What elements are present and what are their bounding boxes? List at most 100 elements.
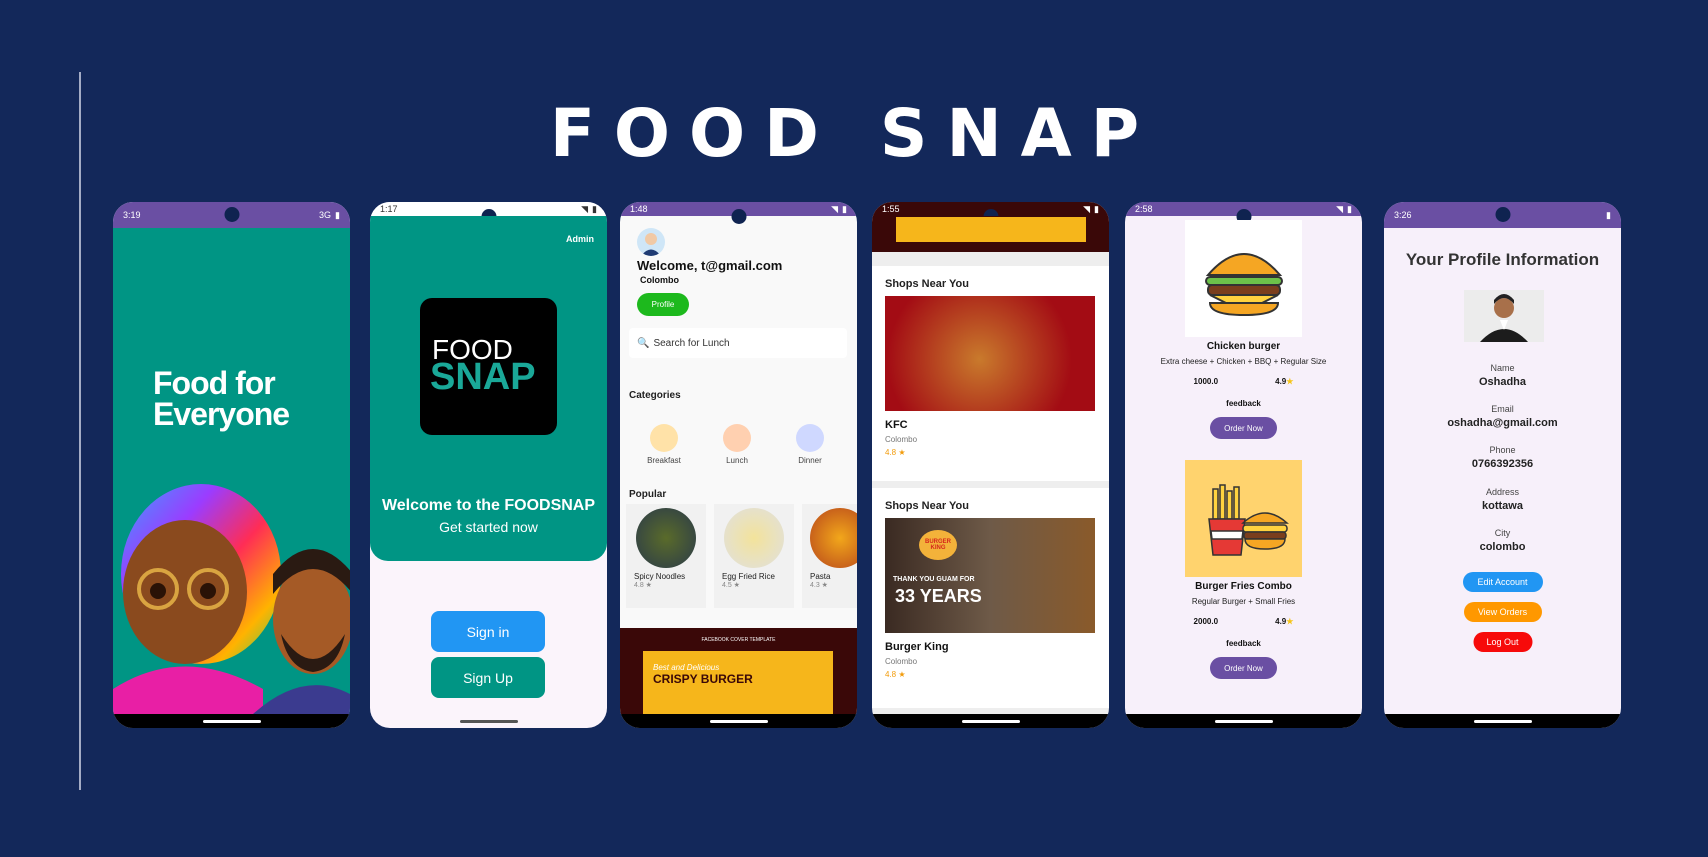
star-icon: ★ — [1286, 377, 1294, 386]
foodsnap-logo: FOOD SNAP — [420, 298, 557, 435]
promo-banner[interactable]: FACEBOOK COVER TEMPLATE Best and Delicio… — [620, 628, 857, 714]
status-time: 1:17 — [380, 204, 398, 214]
shop-card-burger-king[interactable]: Shops Near You BURGER KING THANK YOU GUA… — [872, 488, 1109, 708]
phone-splash-screen: 3:19 3G ▮ Food for Everyone — [113, 202, 350, 728]
home-indicator[interactable] — [202, 719, 261, 723]
shop-card-kfc[interactable]: Shops Near You KFC Colombo 4.8 ★ — [872, 266, 1109, 481]
network-label: 3G — [319, 210, 332, 220]
profile-button[interactable]: Profile — [637, 293, 689, 316]
status-icons: 3G ▮ — [319, 210, 340, 221]
category-breakfast[interactable]: Breakfast — [641, 424, 687, 465]
battery-icon: ▮ — [592, 203, 597, 214]
home-indicator[interactable] — [961, 719, 1020, 723]
status-bar: 1:48 ◥ ▮ — [620, 202, 857, 224]
status-time: 3:19 — [123, 210, 141, 220]
phone-shops-screen: 1:55 ◥ ▮ Shops Near You KFC Colombo 4.8 ★… — [872, 202, 1109, 728]
item-name: Burger Fries Combo — [1195, 581, 1292, 592]
shop-location: Colombo — [885, 435, 918, 444]
nav-bar — [1125, 714, 1362, 728]
feedback-link[interactable]: feedback — [1125, 639, 1362, 648]
banner-caption: FACEBOOK COVER TEMPLATE — [701, 637, 776, 643]
profile-photo — [1464, 290, 1544, 342]
nav-bar — [620, 714, 857, 728]
status-icons: ◥ ▮ — [1083, 204, 1099, 215]
lunch-icon — [723, 424, 751, 452]
avatar-icon — [641, 233, 661, 256]
page-title: FOOD SNAP — [549, 95, 1159, 172]
home-indicator[interactable] — [709, 719, 768, 723]
item-rating: 4.9★ — [1275, 617, 1294, 626]
status-icons: ◥ ▮ — [581, 204, 597, 215]
menu-item: Chicken burger Extra cheese + Chicken + … — [1125, 220, 1362, 439]
profile-title: Your Profile Information — [1405, 250, 1600, 269]
sign-up-button[interactable]: Sign Up — [431, 657, 545, 698]
status-bar: 1:17 ◥ ▮ — [370, 202, 607, 224]
battery-icon: ▮ — [335, 209, 340, 220]
admin-link[interactable]: Admin — [566, 234, 594, 244]
shop-location: Colombo — [885, 657, 918, 666]
top-banner — [872, 216, 1109, 252]
divider-line — [79, 72, 81, 790]
order-now-button[interactable]: Order Now — [1210, 417, 1277, 439]
view-orders-button[interactable]: View Orders — [1463, 602, 1542, 622]
item-description: Regular Burger + Small Fries — [1191, 597, 1296, 606]
home-indicator[interactable] — [459, 719, 518, 723]
status-icons: ▮ — [1606, 210, 1611, 221]
combo-image — [1185, 460, 1302, 577]
status-time: 2:58 — [1135, 204, 1153, 214]
user-avatar[interactable] — [637, 228, 665, 256]
burger-image — [1185, 220, 1302, 337]
wifi-icon: ◥ — [581, 203, 589, 214]
camera-cutout — [224, 207, 239, 222]
item-name: Chicken burger — [1206, 341, 1281, 352]
status-time: 3:26 — [1394, 210, 1412, 220]
category-dinner[interactable]: Dinner — [787, 424, 833, 465]
feedback-link[interactable]: feedback — [1125, 399, 1362, 408]
status-bar: 1:55 ◥ ▮ — [872, 202, 1109, 224]
popular-item[interactable]: Spicy Noodles 4.8 ★ — [626, 504, 706, 608]
home-indicator[interactable] — [1473, 719, 1532, 723]
search-input[interactable]: 🔍 Search for Lunch — [629, 328, 847, 358]
status-bar: 2:58 ◥ ▮ — [1125, 202, 1362, 224]
nav-bar — [1384, 714, 1621, 728]
profile-field-city: City colombo — [1479, 528, 1526, 553]
sign-in-button[interactable]: Sign in — [431, 611, 545, 652]
welcome-heading: Welcome to the FOODSNAP — [381, 497, 596, 514]
splash-background: Food for Everyone — [113, 228, 350, 714]
phone-profile-screen: 3:26 ▮ Your Profile Information Name Osha… — [1384, 202, 1621, 728]
categories-heading: Categories — [629, 390, 681, 401]
status-bar: 3:19 3G ▮ — [113, 202, 350, 228]
battery-icon: ▮ — [842, 203, 847, 214]
status-icons: ◥ ▮ — [1336, 204, 1352, 215]
category-lunch[interactable]: Lunch — [714, 424, 760, 465]
edit-account-button[interactable]: Edit Account — [1462, 572, 1543, 592]
nav-bar — [113, 714, 350, 728]
nav-bar — [872, 714, 1109, 728]
battery-icon: ▮ — [1094, 203, 1099, 214]
log-out-button[interactable]: Log Out — [1473, 632, 1532, 652]
star-icon: ★ — [1286, 617, 1294, 626]
order-now-button[interactable]: Order Now — [1210, 657, 1277, 679]
popular-item[interactable]: Egg Fried Rice 4.5 ★ — [714, 504, 794, 608]
burger-icon — [1204, 252, 1283, 316]
profile-field-address: Address kottawa — [1482, 487, 1523, 512]
status-icons: ◥ ▮ — [831, 204, 847, 215]
burger-king-logo: BURGER KING — [919, 530, 957, 560]
popular-heading: Popular — [629, 489, 667, 500]
phone-home-screen: 1:48 ◥ ▮ Welcome, t@gmail.com Colombo Pro… — [620, 202, 857, 728]
item-description: Extra cheese + Chicken + BBQ + Regular S… — [1160, 357, 1327, 366]
food-image — [636, 508, 696, 568]
home-indicator[interactable] — [1214, 719, 1273, 723]
item-price: 1000.0 — [1193, 377, 1219, 386]
wifi-icon: ◥ — [1336, 203, 1344, 214]
people-illustration — [113, 484, 350, 714]
shop-image — [885, 296, 1095, 411]
section-heading: Shops Near You — [885, 500, 969, 512]
profile-field-name: Name Oshadha — [1478, 363, 1527, 388]
camera-cutout — [1495, 207, 1510, 222]
popular-item[interactable]: Pasta 4.3 ★ — [802, 504, 857, 608]
camera-cutout — [731, 209, 746, 224]
battery-icon: ▮ — [1347, 203, 1352, 214]
section-heading: Shops Near You — [885, 278, 969, 290]
shop-rating: 4.8 ★ — [885, 448, 906, 457]
